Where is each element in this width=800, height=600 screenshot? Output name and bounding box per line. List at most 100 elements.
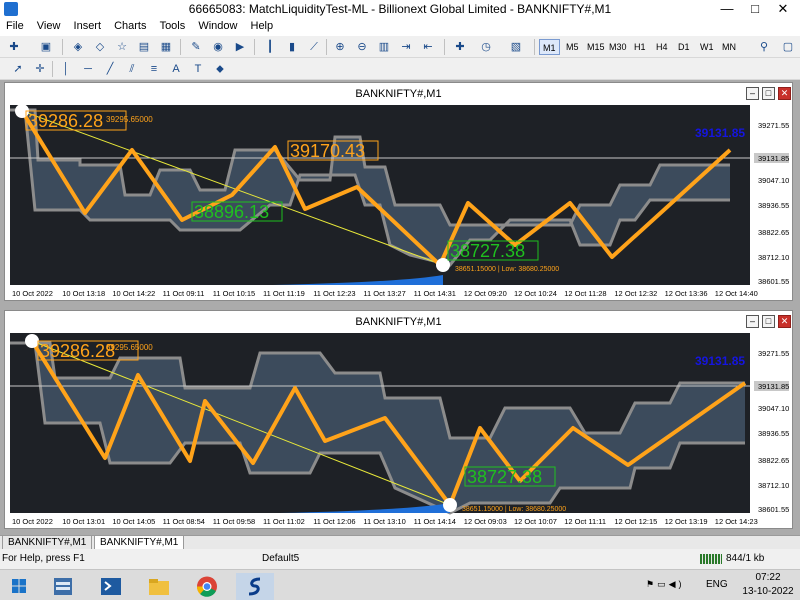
chart-title: BANKNIFTY#,M1 <box>5 83 792 105</box>
file-explorer-icon[interactable] <box>140 573 178 600</box>
text-icon[interactable]: A <box>168 61 184 77</box>
vertical-line-icon[interactable]: │ <box>58 61 74 77</box>
windows-start-icon[interactable] <box>0 573 38 600</box>
equidistant-channel-icon[interactable]: ⫽ <box>124 61 140 77</box>
language-indicator[interactable]: ENG <box>706 579 728 590</box>
crosshair-icon[interactable]: ✛ <box>32 61 48 77</box>
menu-insert[interactable]: Insert <box>68 18 102 32</box>
chart-maximize-button[interactable]: □ <box>762 87 775 100</box>
price-chart[interactable]: 39295.6500039286.28 39170.43 38896.13 38727… <box>10 105 789 300</box>
chart-shift-icon[interactable]: ⇤ <box>420 39 436 55</box>
chart-tab[interactable]: BANKNIFTY#,M1 <box>2 536 93 550</box>
x-axis-tick: 11 Oct 09:58 <box>213 517 255 526</box>
timeframe-m30[interactable]: M30 <box>606 39 630 55</box>
trading-terminal-icon[interactable] <box>236 573 274 600</box>
minimize-button[interactable]: — <box>712 0 742 18</box>
timeframe-mn[interactable]: MN <box>719 39 739 55</box>
autotrading-icon[interactable]: ▶ <box>232 39 248 55</box>
y-axis-tick: 38936.55 <box>758 201 789 210</box>
menu-charts[interactable]: Charts <box>108 18 146 32</box>
menu-file[interactable]: File <box>0 18 24 32</box>
horizontal-line-icon[interactable]: ─ <box>80 61 96 77</box>
trendline-icon[interactable]: ╱ <box>102 61 118 77</box>
timeframe-h1[interactable]: H1 <box>631 39 649 55</box>
menu-view[interactable]: View <box>31 18 61 32</box>
x-axis-tick: 12 Oct 09:20 <box>464 289 507 298</box>
price-chart[interactable]: 39295.6500039286.2838727.3838651.15000 |… <box>10 333 789 528</box>
market-watch-icon[interactable]: ◈ <box>70 39 86 55</box>
shapes-icon[interactable]: ⬥ <box>212 61 228 77</box>
label-icon[interactable]: T <box>190 61 206 77</box>
x-axis-tick: 11 Oct 13:27 <box>363 289 405 298</box>
pivot-low-marker <box>443 498 457 512</box>
clock-date[interactable]: 13-10-2022 <box>738 586 798 597</box>
menu-help[interactable]: Help <box>245 18 274 32</box>
new-order-icon[interactable]: ✎ <box>188 39 204 55</box>
chart-tab-active[interactable]: BANKNIFTY#,M1 <box>94 536 185 550</box>
y-axis-tick: 38601.55 <box>758 505 789 514</box>
new-chart-icon[interactable]: ✚ <box>6 39 22 55</box>
indicators-icon[interactable]: ✚ <box>452 39 468 55</box>
chart-close-button[interactable]: ✕ <box>778 315 791 328</box>
timeframe-m5[interactable]: M5 <box>563 39 582 55</box>
tester-icon[interactable]: ▦ <box>158 39 174 55</box>
maximize-button[interactable]: □ <box>740 0 770 18</box>
templates-icon[interactable]: ▧ <box>508 39 524 55</box>
y-axis-tick: 38822.65 <box>758 228 789 237</box>
x-axis-tick: 10 Oct 14:05 <box>112 517 155 526</box>
chart-close-button[interactable]: ✕ <box>778 87 791 100</box>
y-axis-tick: 39047.10 <box>758 404 789 413</box>
clock-time[interactable]: 07:22 <box>748 572 788 583</box>
close-button[interactable]: ✕ <box>768 0 798 18</box>
pivot-high-marker <box>25 334 39 348</box>
chart-window-2[interactable]: BANKNIFTY#,M1 – □ ✕ 39295.65000 39286.28 3… <box>4 310 793 529</box>
candlestick-icon[interactable]: ▮ <box>284 39 300 55</box>
timeframe-d1[interactable]: D1 <box>675 39 693 55</box>
navigator-icon[interactable]: ☆ <box>114 39 130 55</box>
zoom-out-icon[interactable]: ⊖ <box>354 39 370 55</box>
status-help-text: For Help, press F1 <box>2 553 85 564</box>
bar-chart-icon[interactable]: ┃ <box>262 39 278 55</box>
taskbar: ⚑▭◀) ENG 07:22 13-10-2022 <box>0 569 800 600</box>
chart-minimize-button[interactable]: – <box>746 315 759 328</box>
toolbar-separator <box>534 39 535 55</box>
chart-maximize-button[interactable]: □ <box>762 315 775 328</box>
line-chart-icon[interactable]: ⟋ <box>306 39 322 55</box>
toolbar-separator <box>180 39 181 55</box>
x-axis-tick: 12 Oct 12:32 <box>614 289 657 298</box>
server-manager-icon[interactable] <box>44 573 82 600</box>
profiles-icon[interactable]: ▣ <box>38 39 54 55</box>
current-price-blue-label: 39131.85 <box>695 126 745 140</box>
terminal-icon[interactable]: ▤ <box>136 39 152 55</box>
search-icon[interactable]: ⚲ <box>756 39 772 55</box>
low-info-text: 38651.15000 | Low: 38680.25000 <box>462 506 566 513</box>
menu-window[interactable]: Window <box>192 18 237 32</box>
data-window-icon[interactable]: ◇ <box>92 39 108 55</box>
x-axis-tick: 10 Oct 2022 <box>12 517 53 526</box>
status-bar: For Help, press F1 Default5 844/1 kb <box>0 549 800 569</box>
toolbar-separator <box>444 39 445 55</box>
chart-minimize-button[interactable]: – <box>746 87 759 100</box>
x-axis-tick: 11 Oct 11:19 <box>263 289 305 298</box>
x-axis-tick: 10 Oct 13:01 <box>62 517 105 526</box>
chrome-icon[interactable] <box>188 573 226 600</box>
timeframe-m15[interactable]: M15 <box>584 39 608 55</box>
periods-icon[interactable]: ◷ <box>478 39 494 55</box>
toolbar-separator <box>52 61 53 77</box>
timeframe-w1[interactable]: W1 <box>697 39 717 55</box>
cursor-icon[interactable]: ➚ <box>10 61 26 77</box>
metaeditor-icon[interactable]: ◉ <box>210 39 226 55</box>
menu-tools[interactable]: Tools <box>154 18 186 32</box>
chart-window-1[interactable]: BANKNIFTY#,M1 – □ ✕ 39295.65000 39286.28 3… <box>4 82 793 301</box>
fibonacci-icon[interactable]: ≡ <box>146 61 162 77</box>
powershell-icon[interactable] <box>92 573 130 600</box>
zoom-in-icon[interactable]: ⊕ <box>332 39 348 55</box>
tray-icons[interactable]: ⚑▭◀) <box>646 579 685 590</box>
zigzag-value-label: 39286.28 <box>40 341 115 361</box>
tile-windows-icon[interactable]: ▥ <box>376 39 392 55</box>
timeframe-m1[interactable]: M1 <box>539 39 560 55</box>
chat-icon[interactable]: ▢ <box>780 39 796 55</box>
auto-scroll-icon[interactable]: ⇥ <box>398 39 414 55</box>
timeframe-h4[interactable]: H4 <box>653 39 671 55</box>
x-axis-tick: 12 Oct 13:36 <box>665 289 708 298</box>
